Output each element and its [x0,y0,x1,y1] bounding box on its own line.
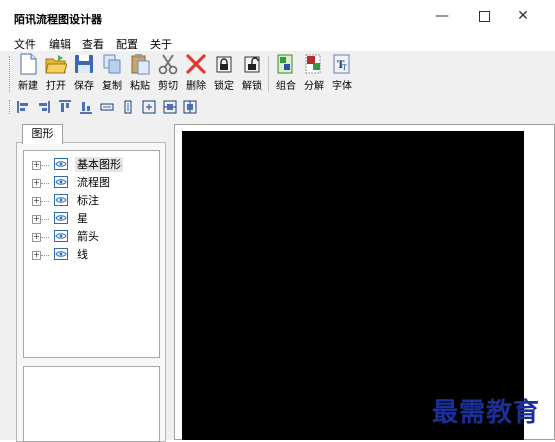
eye-folder-icon [54,176,68,188]
window-title: 陌讯流程图设计器 [14,13,102,26]
copy-button[interactable]: 复制 [99,53,125,92]
tree-label: 标注 [77,194,99,207]
group-label: 组合 [276,81,296,92]
close-button[interactable]: ✕ [504,4,542,28]
menu-bar: 文件 编辑 查看 配置 关于 [0,34,555,51]
new-button[interactable]: 新建 [15,53,41,92]
open-folder-icon [45,55,67,74]
expand-icon[interactable]: + [32,215,41,224]
tree-item-arrow[interactable]: + 箭头 [32,229,152,245]
scissors-icon [158,54,178,75]
toolbar-grip[interactable] [9,100,12,114]
tree-item-flowchart[interactable]: + 流程图 [32,175,152,191]
unlock-button[interactable]: 解锁 [239,53,265,92]
menu-config[interactable]: 配置 [116,36,138,52]
menu-file[interactable]: 文件 [14,36,36,52]
watermark: 最需教育 [432,398,541,428]
cut-button[interactable]: 剪切 [155,53,181,92]
align-right-icon[interactable] [36,100,50,114]
eye-folder-icon [54,194,68,206]
toolbar-grip[interactable] [9,56,12,92]
tree-label: 流程图 [77,176,110,189]
copy-icon [103,54,121,74]
align-left-icon[interactable] [17,100,31,114]
minimize-button[interactable]: — [423,4,461,28]
main-toolbar: 新建 打开 保存 复制 粘贴 剪切 删除 锁定 解锁 组合 分解 T T 字体 [0,51,555,98]
lock-button[interactable]: 锁定 [211,53,237,92]
expand-icon[interactable]: + [32,197,41,206]
group-icon [277,54,293,74]
copy-label: 复制 [102,81,122,92]
same-height-icon[interactable] [121,100,135,114]
expand-icon[interactable]: + [32,161,41,170]
same-width-icon[interactable] [100,100,114,114]
unlock-icon [244,56,260,73]
font-label: 字体 [332,81,352,92]
maximize-icon [478,10,490,22]
tree-label: 星 [77,212,88,225]
menu-view[interactable]: 查看 [82,36,104,52]
paste-clipboard-icon [131,54,150,75]
tree-label: 基本图形 [75,157,123,172]
delete-label: 删除 [186,81,206,92]
tree-label: 箭头 [77,230,99,243]
lock-icon [216,56,232,73]
tree-item-line[interactable]: + 线 [32,247,152,263]
expand-icon[interactable]: + [32,179,41,188]
save-button[interactable]: 保存 [71,53,97,92]
expand-icon[interactable]: + [32,233,41,242]
menu-edit[interactable]: 编辑 [49,36,71,52]
same-size-icon[interactable] [142,100,156,114]
svg-text:T: T [342,64,347,72]
delete-button[interactable]: 删除 [183,53,209,92]
tree-item-star[interactable]: + 星 [32,211,152,227]
delete-x-icon [186,54,206,74]
new-file-icon [20,53,37,75]
save-label: 保存 [74,81,94,92]
shape-preview-box [23,366,160,442]
cut-label: 剪切 [158,81,178,92]
menu-about[interactable]: 关于 [150,36,172,52]
open-label: 打开 [46,81,66,92]
tab-shapes[interactable]: 图形 [22,124,63,144]
center-horizontal-icon[interactable] [163,100,177,114]
ungroup-button[interactable]: 分解 [301,53,327,92]
ungroup-icon [305,54,321,74]
eye-folder-icon [54,230,68,242]
toolbar-separator [268,56,269,92]
title-bar: 陌讯流程图设计器 — ✕ [0,0,555,34]
expand-icon[interactable]: + [32,251,41,260]
tree-label: 线 [77,248,88,261]
eye-folder-icon [54,212,68,224]
tree-item-basic-shapes[interactable]: + 基本图形 [32,157,152,173]
center-vertical-icon[interactable] [183,100,197,114]
open-button[interactable]: 打开 [43,53,69,92]
paste-label: 粘贴 [130,81,150,92]
group-button[interactable]: 组合 [273,53,299,92]
eye-folder-icon [54,248,68,260]
save-disk-icon [75,55,93,73]
align-top-icon[interactable] [58,100,72,114]
align-toolbar [0,97,555,117]
maximize-button[interactable] [465,4,503,28]
ungroup-label: 分解 [304,81,324,92]
eye-folder-icon [54,158,68,170]
new-label: 新建 [18,81,38,92]
unlock-label: 解锁 [242,81,262,92]
font-button[interactable]: TT 字体 [329,53,355,92]
shape-tree: + 基本图形 + 流程图 + 标注 + 星 + 箭头 + 线 [23,150,160,358]
paste-button[interactable]: 粘贴 [127,53,153,92]
align-bottom-icon[interactable] [79,100,93,114]
font-icon: TT [333,54,350,74]
tree-item-annotation[interactable]: + 标注 [32,193,152,209]
lock-label: 锁定 [214,81,234,92]
